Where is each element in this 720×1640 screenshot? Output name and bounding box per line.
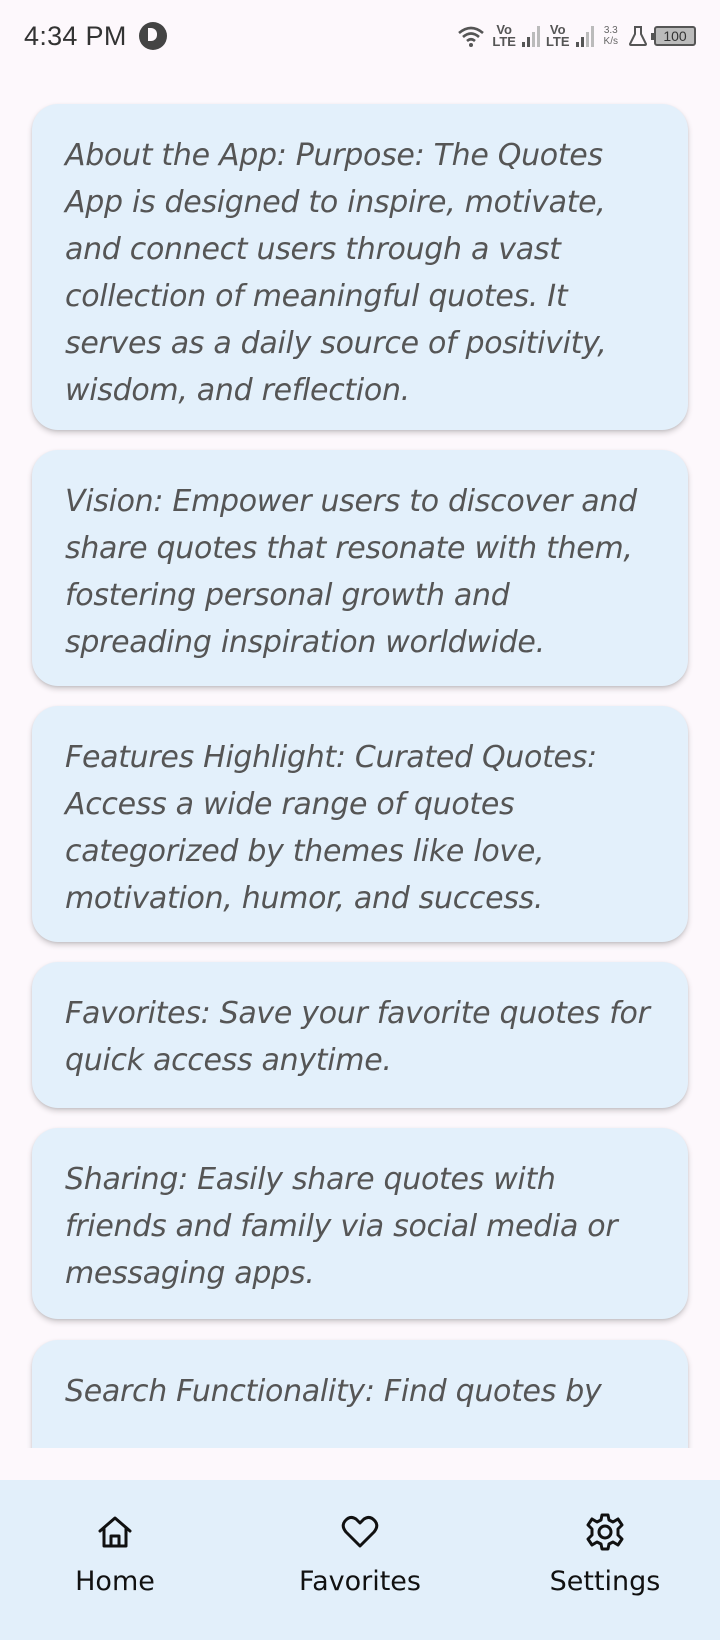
info-card: Sharing: Easily share quotes with friend… bbox=[32, 1128, 688, 1319]
about-content-list[interactable]: About the App: Purpose: The Quotes App i… bbox=[0, 100, 720, 1448]
info-card: Features Highlight: Curated Quotes: Acce… bbox=[32, 706, 688, 942]
card-text: Vision: Empower users to discover and sh… bbox=[65, 484, 637, 660]
flask-icon bbox=[628, 26, 648, 46]
home-icon bbox=[98, 1516, 132, 1548]
info-card: About the App: Purpose: The Quotes App i… bbox=[32, 104, 688, 430]
card-text: Favorites: Save your favorite quotes for… bbox=[65, 996, 650, 1078]
nav-settings[interactable]: Settings bbox=[505, 1480, 705, 1640]
signal-icon-1 bbox=[521, 25, 540, 47]
nav-settings-label: Settings bbox=[549, 1566, 661, 1597]
bottom-navigation: Home Favorites Settings bbox=[0, 1480, 720, 1640]
card-text: Sharing: Easily share quotes with friend… bbox=[65, 1162, 618, 1291]
network-speed: 3.3 K/s bbox=[603, 25, 618, 47]
status-bar: 4:34 PM Vo LTE Vo LTE 3.3 K/s 100 bbox=[0, 0, 720, 72]
card-text: About the App: Purpose: The Quotes App i… bbox=[65, 138, 607, 408]
gear-icon bbox=[586, 1513, 624, 1551]
card-text: Features Highlight: Curated Quotes: Acce… bbox=[65, 740, 597, 916]
nav-favorites-label: Favorites bbox=[299, 1566, 421, 1597]
info-card: Search Functionality: Find quotes by bbox=[32, 1340, 688, 1448]
nav-favorites[interactable]: Favorites bbox=[260, 1480, 460, 1640]
network-type-1: Vo LTE bbox=[492, 22, 516, 49]
signal-icon-2 bbox=[575, 25, 594, 47]
info-card: Vision: Empower users to discover and sh… bbox=[32, 450, 688, 686]
nav-home-label: Home bbox=[75, 1566, 155, 1597]
card-text: Search Functionality: Find quotes by bbox=[65, 1374, 602, 1409]
wifi-icon bbox=[458, 26, 485, 47]
notification-app-icon bbox=[138, 22, 167, 50]
info-card: Favorites: Save your favorite quotes for… bbox=[32, 962, 688, 1108]
status-icons: Vo LTE Vo LTE 3.3 K/s 100 bbox=[456, 22, 696, 49]
network-type-2: Vo LTE bbox=[545, 22, 570, 49]
battery-icon: 100 bbox=[651, 26, 696, 46]
status-time: 4:34 PM bbox=[24, 20, 127, 51]
nav-home[interactable]: Home bbox=[15, 1480, 215, 1640]
heart-icon bbox=[341, 1515, 379, 1548]
